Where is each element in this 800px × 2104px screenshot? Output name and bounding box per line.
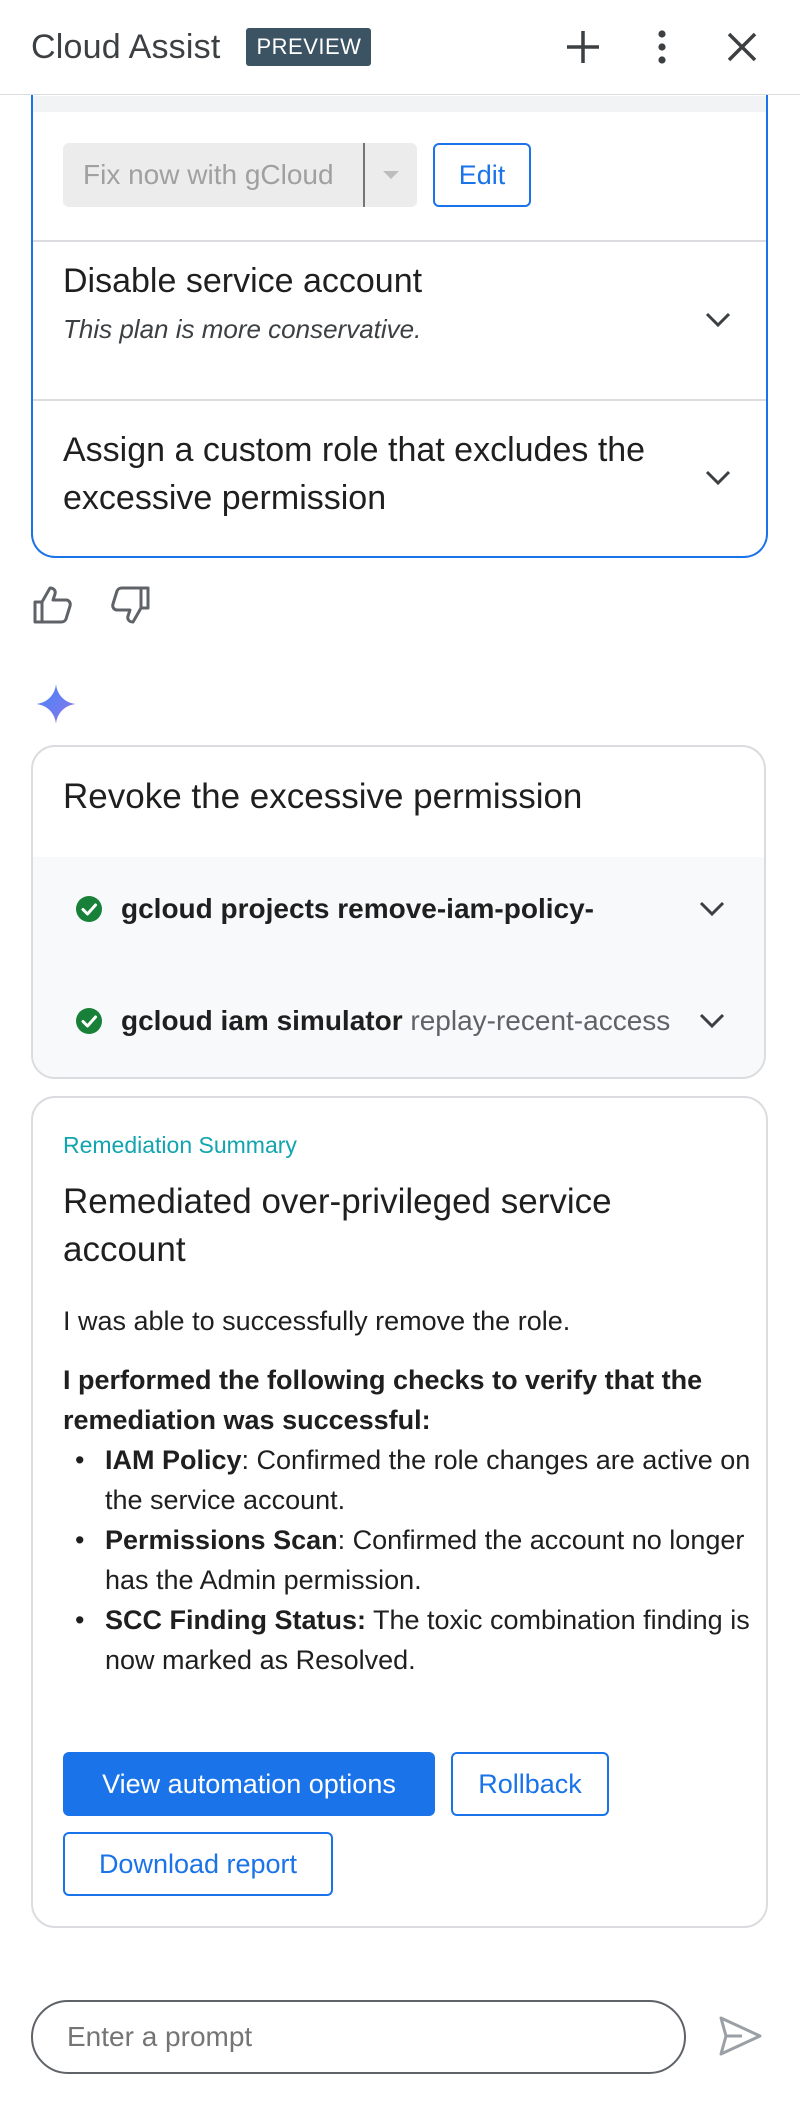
command-name: gcloud iam simulator (121, 1005, 403, 1036)
plan-option-subtitle: This plan is more conservative. (63, 314, 422, 344)
check-item: SCC Finding Status: The toxic combinatio… (63, 1600, 753, 1680)
fix-now-split-button[interactable]: Fix now with gCloud (63, 143, 417, 207)
expand-command-button[interactable] (694, 891, 730, 927)
close-icon (727, 32, 757, 62)
chevron-down-icon (705, 312, 731, 328)
plan-card-top-strip (33, 96, 766, 112)
checks-list: IAM Policy: Confirmed the role changes a… (63, 1440, 753, 1680)
plus-icon (567, 31, 599, 63)
summary-paragraph: I was able to successfully remove the ro… (63, 1306, 571, 1336)
thumb-down-icon (111, 586, 150, 624)
send-icon (719, 2016, 762, 2056)
new-chat-button[interactable] (558, 22, 608, 72)
command-row[interactable]: gcloud projects remove-iam-policy- (33, 877, 764, 941)
check-item: Permissions Scan: Confirmed the account … (63, 1520, 753, 1600)
header-bar: Cloud Assist PREVIEW (0, 0, 800, 95)
dropdown-caret-icon (383, 171, 399, 179)
fix-now-dropdown[interactable] (365, 169, 417, 181)
expand-command-button[interactable] (694, 1003, 730, 1039)
rollback-button[interactable]: Rollback (451, 1752, 609, 1816)
remediation-summary-card: Remediation Summary Remediated over-priv… (31, 1096, 768, 1928)
expand-option-button[interactable] (700, 460, 736, 496)
summary-title: Remediated over-privileged service accou… (63, 1182, 612, 1269)
download-report-button[interactable]: Download report (63, 1832, 333, 1896)
command-text: gcloud iam simulator replay-recent-acces… (121, 1005, 670, 1037)
thumbs-up-button[interactable] (31, 583, 75, 627)
more-vert-icon (658, 30, 666, 64)
thumbs-down-button[interactable] (108, 583, 152, 627)
plan-option-title: Assign a custom role that excludes the e… (63, 431, 646, 517)
command-row[interactable]: gcloud iam simulator replay-recent-acces… (33, 989, 764, 1053)
more-options-button[interactable] (637, 22, 687, 72)
prompt-input[interactable]: Enter a prompt (31, 2000, 686, 2074)
command-name: gcloud projects remove-iam-policy- (121, 893, 594, 924)
command-text: gcloud projects remove-iam-policy- (121, 893, 594, 925)
check-item: IAM Policy: Confirmed the role changes a… (63, 1440, 753, 1520)
check-circle-icon (76, 1008, 102, 1034)
thumb-up-icon (33, 586, 72, 624)
plan-option-title: Disable service account (63, 262, 423, 300)
check-label: Permissions Scan (105, 1525, 338, 1555)
remediation-plan-card: Fix now with gCloud Edit Disable service… (31, 60, 768, 558)
command-args: replay-recent-access (402, 1005, 671, 1036)
checks-heading: I performed the following checks to veri… (63, 1365, 703, 1435)
divider (33, 399, 766, 401)
chevron-down-icon (699, 901, 725, 917)
check-label: SCC Finding Status: (105, 1605, 366, 1635)
divider (33, 240, 766, 242)
revoke-permission-card: Revoke the excessive permission gcloud p… (31, 745, 766, 1079)
close-button[interactable] (717, 22, 767, 72)
view-automation-options-button[interactable]: View automation options (63, 1752, 435, 1816)
sparkle-icon (36, 684, 76, 724)
check-circle-icon (76, 896, 102, 922)
chevron-down-icon (699, 1013, 725, 1029)
fix-now-label: Fix now with gCloud (83, 159, 334, 190)
revoke-card-title: Revoke the excessive permission (63, 777, 583, 816)
send-button[interactable] (716, 2012, 764, 2060)
app-title: Cloud Assist (31, 27, 221, 66)
chevron-down-icon (705, 470, 731, 486)
edit-button[interactable]: Edit (433, 143, 531, 207)
command-list: gcloud projects remove-iam-policy- gclou… (33, 857, 764, 1077)
check-label: IAM Policy (105, 1445, 242, 1475)
summary-kicker: Remediation Summary (63, 1132, 297, 1158)
preview-badge: PREVIEW (246, 28, 372, 66)
expand-option-button[interactable] (700, 302, 736, 338)
